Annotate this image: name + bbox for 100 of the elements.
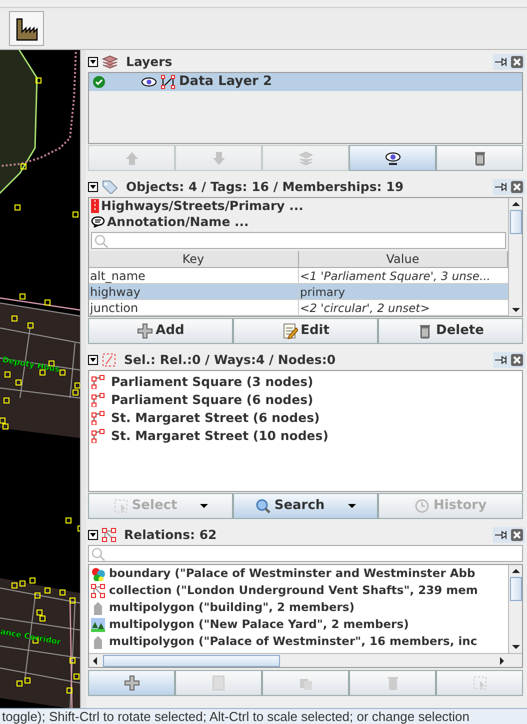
- close-icon: [513, 356, 521, 364]
- triangle-icon: [90, 358, 96, 362]
- relation-item[interactable]: multipolygon ("building", 2 members): [89, 599, 508, 616]
- search-icon: [94, 234, 108, 248]
- table-row[interactable]: junction <2 'circular', 2 unset>: [89, 300, 508, 316]
- way-icon: [91, 393, 105, 407]
- add-button[interactable]: [88, 670, 175, 696]
- speech-bubble-icon: [91, 216, 105, 228]
- selection-icon: [112, 498, 129, 514]
- relation-item[interactable]: boundary ("Palace of Westminster and Westminster Abb: [89, 565, 508, 582]
- pin-button[interactable]: [495, 182, 509, 192]
- column-header[interactable]: Value: [298, 251, 508, 268]
- road-icon: [91, 199, 99, 213]
- history-icon: [414, 498, 430, 514]
- scrollbar[interactable]: [508, 198, 522, 316]
- table-cell-text: <2 'circular', 2 unset>: [299, 300, 431, 315]
- close-icon: [513, 531, 521, 539]
- triangle-icon: [90, 533, 96, 537]
- horizontal-scrollbar[interactable]: [89, 653, 522, 667]
- close-button[interactable]: [511, 181, 523, 193]
- pin-button[interactable]: [495, 57, 509, 67]
- selection-icon: [102, 353, 116, 367]
- boundary-icon: [91, 566, 105, 580]
- factory-icon: [14, 16, 38, 40]
- close-button[interactable]: [511, 529, 523, 541]
- park-icon: [91, 618, 105, 632]
- way-icon: [91, 411, 105, 425]
- relation-icon: [102, 528, 116, 542]
- way-nodes-icon: [161, 75, 175, 89]
- scroll-thumb[interactable]: [510, 577, 522, 601]
- pin-icon: [495, 182, 509, 192]
- selection-icon: [472, 675, 488, 691]
- eye-icon: [384, 150, 400, 166]
- trash-button[interactable]: [436, 145, 523, 171]
- relation-item[interactable]: collection ("London Underground Vent Shafts", 239 mem: [89, 582, 508, 599]
- search-field[interactable]: [88, 545, 523, 562]
- way-icon: [91, 375, 105, 389]
- collapse-toggle[interactable]: [88, 182, 98, 192]
- dropdown-caret-icon: [200, 504, 208, 508]
- pin-button[interactable]: [495, 530, 509, 540]
- layer-row[interactable]: Data Layer 2: [89, 73, 522, 91]
- selection-item[interactable]: Parliament Square (6 nodes): [89, 391, 522, 409]
- close-button[interactable]: [511, 354, 523, 366]
- table-cell: highway: [89, 284, 299, 299]
- close-icon: [513, 58, 521, 66]
- collapse-toggle[interactable]: [88, 57, 98, 67]
- map-label: Deputy Hous: [2, 355, 60, 374]
- scroll-thumb[interactable]: [103, 654, 280, 666]
- panel-title: Relations: 62: [124, 526, 217, 544]
- up-arrow-icon: [124, 150, 140, 166]
- add-button[interactable]: Add: [88, 318, 233, 344]
- close-icon: [513, 183, 521, 191]
- panel-title: Objects: 4 / Tags: 16 / Memberships: 19: [126, 178, 404, 196]
- map-label: ance Corridor: [0, 627, 62, 647]
- map-drawing[interactable]: [0, 50, 80, 708]
- pin-icon: [495, 57, 509, 67]
- collapse-toggle[interactable]: [88, 530, 98, 540]
- down-arrow-icon: [210, 150, 226, 166]
- relation-item[interactable]: multipolygon ("New Palace Yard", 2 members): [89, 616, 508, 633]
- factory-button[interactable]: [9, 11, 44, 46]
- table-row[interactable]: highway primary: [89, 284, 508, 300]
- search-field[interactable]: [91, 232, 506, 249]
- layers-icon: [102, 55, 118, 69]
- close-button[interactable]: [511, 56, 523, 68]
- selection-item[interactable]: St. Margaret Street (6 nodes): [89, 409, 522, 427]
- dropdown-caret-icon: [348, 504, 356, 508]
- triangle-icon: [90, 60, 96, 64]
- table-cell-text: primary: [299, 284, 346, 299]
- table-row[interactable]: alt_name <1 'Parliament Square', 3 unse...: [89, 268, 508, 284]
- stacked-layers-icon: [298, 150, 314, 166]
- plus-icon: [124, 675, 140, 691]
- scroll-thumb[interactable]: [510, 210, 522, 234]
- selection-item[interactable]: Parliament Square (3 nodes): [89, 373, 522, 391]
- relation-item[interactable]: multipolygon ("Palace of Westminster", 16 members, inc: [89, 633, 508, 650]
- preset-link[interactable]: Highways/Streets/Primary ...: [101, 196, 304, 216]
- status-text: toggle); Shift-Ctrl to rotate selected; Alt-Ctrl to scale selected; or change selection: [1, 709, 471, 724]
- collapse-toggle[interactable]: [88, 355, 98, 365]
- scrollbar[interactable]: [508, 565, 522, 653]
- house-icon: [91, 600, 105, 614]
- pin-button[interactable]: [495, 355, 509, 365]
- relation-icon: [91, 584, 105, 598]
- panel-title: Layers: [126, 52, 172, 71]
- selection-item[interactable]: St. Margaret Street (10 nodes): [89, 427, 522, 445]
- search-icon: [91, 546, 105, 560]
- edit-button[interactable]: Edit: [233, 318, 378, 344]
- table-cell: junction: [89, 300, 299, 315]
- table-cell-text: <1 'Parliament Square', 3 unse...: [299, 268, 492, 283]
- pin-icon: [495, 530, 509, 540]
- eye-icon: [141, 77, 157, 87]
- table-cell: alt_name: [89, 268, 299, 283]
- search-button[interactable]: Search: [233, 493, 378, 519]
- house-icon: [91, 634, 105, 648]
- active-check-icon: [93, 76, 105, 88]
- panel-title: Sel.: Rel.:0 / Ways:4 / Nodes:0: [124, 350, 336, 369]
- trash-button[interactable]: Delete: [378, 318, 523, 344]
- eye-button[interactable]: [349, 145, 436, 171]
- preset-link[interactable]: Annotation/Name ...: [107, 212, 249, 232]
- layer-name: Data Layer 2: [179, 73, 272, 92]
- column-header[interactable]: Key: [89, 251, 298, 268]
- way-icon: [91, 429, 105, 443]
